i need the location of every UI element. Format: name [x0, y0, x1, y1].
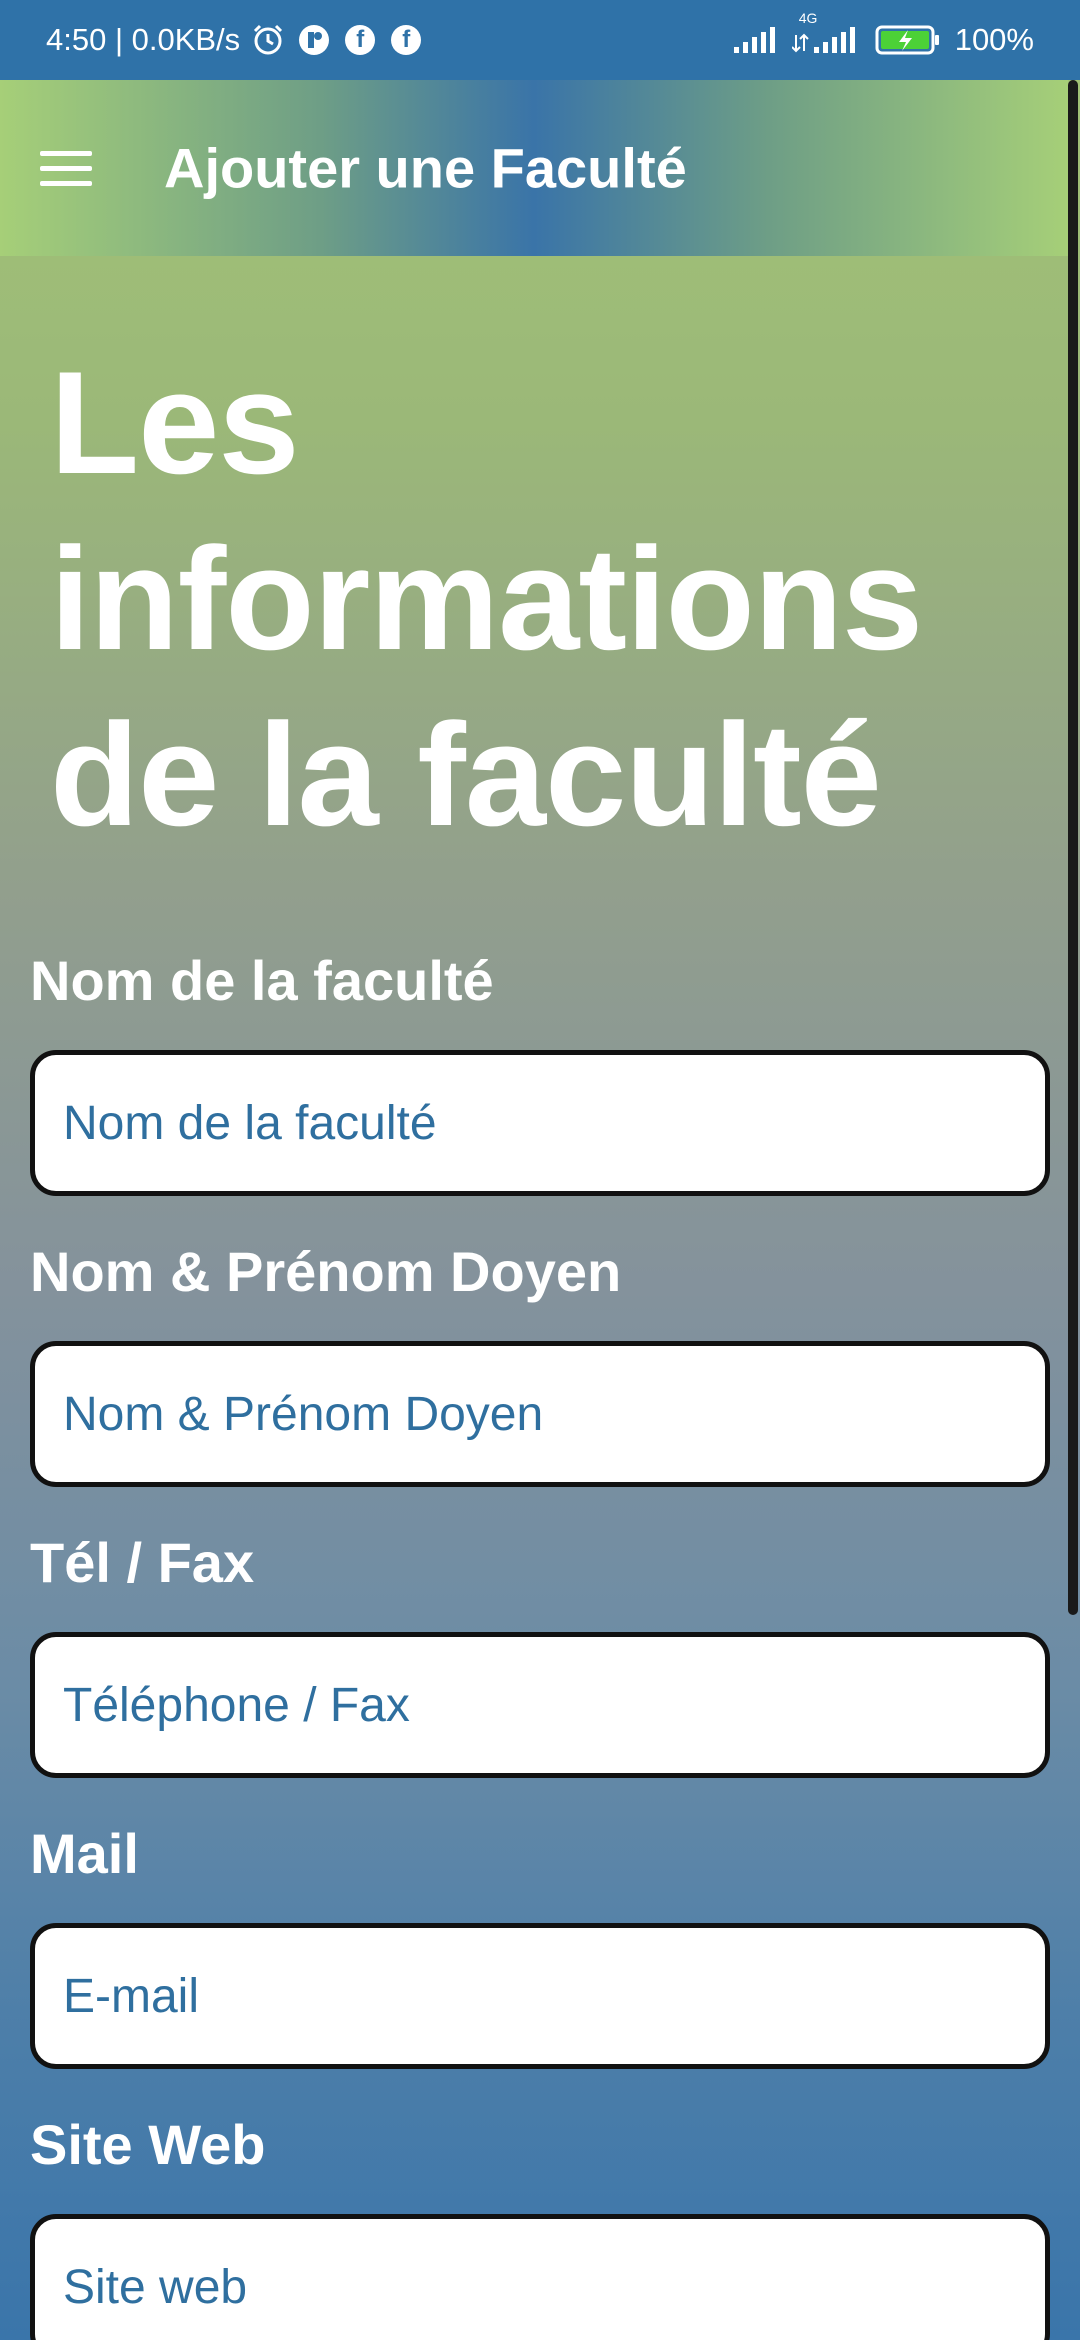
page-heading: Les informations de la faculté	[50, 341, 923, 856]
tel-fax-input[interactable]	[30, 1632, 1050, 1778]
facebook-icon: f	[388, 22, 424, 58]
hamburger-menu-icon[interactable]	[40, 138, 116, 198]
label-site-web: Site Web	[30, 2113, 266, 2176]
status-bar: 4:50 | 0.0KB/s f f 4G 100%	[0, 0, 1080, 80]
scrollbar-thumb[interactable]	[1068, 80, 1078, 1615]
label-nom-doyen: Nom & Prénom Doyen	[30, 1240, 622, 1303]
label-tel-fax: Tél / Fax	[30, 1531, 255, 1594]
app-icon	[296, 22, 332, 58]
label-nom-faculte: Nom de la faculté	[30, 949, 494, 1012]
battery-charging-icon	[873, 22, 943, 58]
facebook-icon: f	[342, 22, 378, 58]
app-bar-title: Ajouter une Faculté	[164, 136, 687, 200]
network-label: 4G	[798, 10, 818, 26]
battery-level: 100%	[954, 22, 1034, 57]
signal-4g-icon: 4G	[791, 10, 861, 58]
screen: 4:50 | 0.0KB/s f f 4G 100% Ajouter une F…	[0, 0, 1080, 2340]
nom-doyen-input[interactable]	[30, 1341, 1050, 1487]
label-mail: Mail	[30, 1822, 139, 1885]
site-web-input[interactable]	[30, 2214, 1050, 2340]
signal-icon	[731, 22, 779, 58]
app-bar: Ajouter une Faculté	[0, 80, 1068, 256]
email-input[interactable]	[30, 1923, 1050, 2069]
status-left: 4:50 | 0.0KB/s f f	[46, 22, 424, 58]
nom-faculte-input[interactable]	[30, 1050, 1050, 1196]
status-right: 4G 100%	[731, 10, 1034, 58]
alarm-icon	[250, 22, 286, 58]
status-time-speed: 4:50 | 0.0KB/s	[46, 22, 241, 57]
